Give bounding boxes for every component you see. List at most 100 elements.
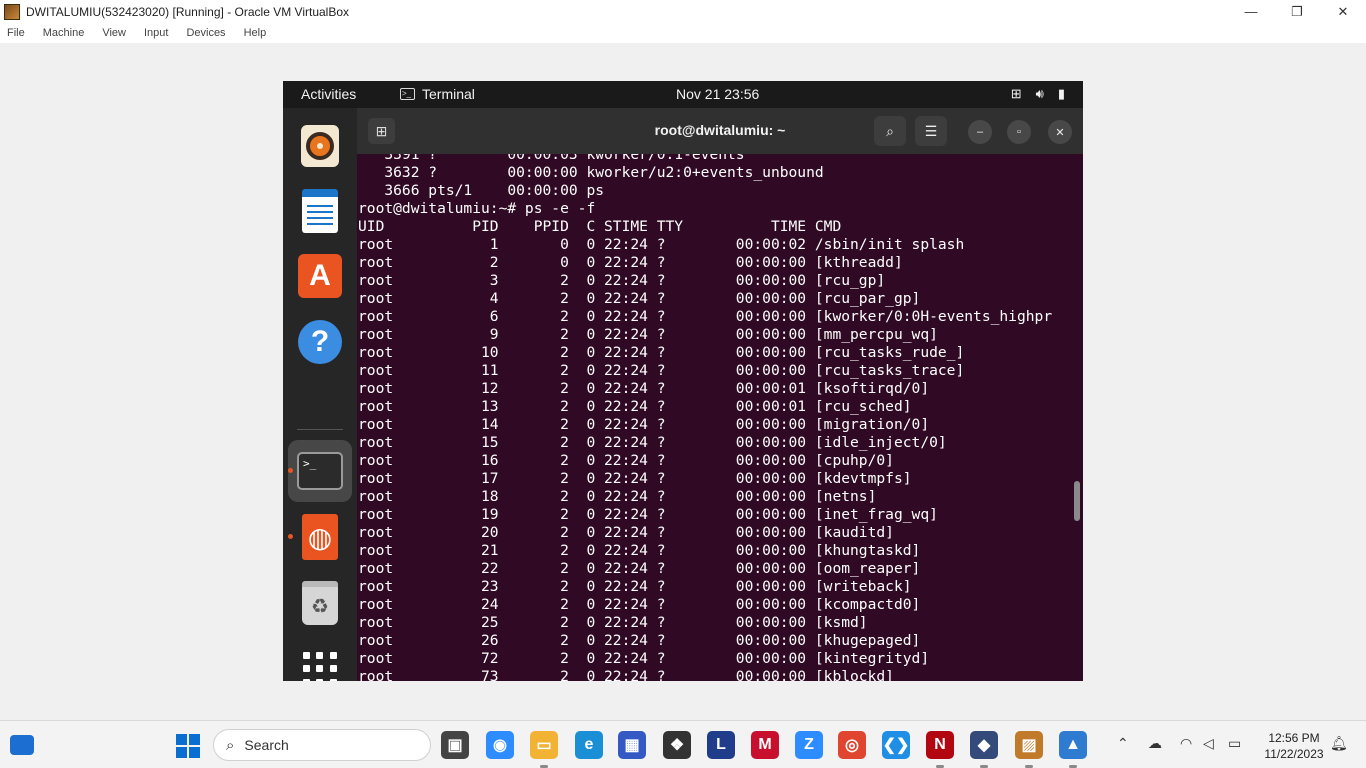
show-apps-icon bbox=[303, 652, 337, 681]
activities-button[interactable]: Activities bbox=[301, 86, 356, 102]
dock-help[interactable]: ? bbox=[296, 318, 344, 366]
vbox-titlebar: DWITALUMIU(532423020) [Running] - Oracle… bbox=[0, 0, 1366, 23]
dock-trash[interactable]: ♻ bbox=[296, 579, 344, 627]
terminal-line: root 73 2 0 22:24 ? 00:00:00 [kblockd] bbox=[358, 668, 894, 681]
virtualbox-vm-icon[interactable]: ▨ bbox=[1015, 731, 1043, 759]
menu-machine[interactable]: Machine bbox=[43, 27, 85, 39]
dock-software[interactable]: A bbox=[296, 252, 344, 300]
l-app-icon[interactable]: L bbox=[707, 731, 735, 759]
terminal-line: root 9 2 0 22:24 ? 00:00:00 [mm_percpu_w… bbox=[358, 326, 938, 343]
netflix-icon[interactable]: N bbox=[926, 731, 954, 759]
terminal-line: root 26 2 0 22:24 ? 00:00:00 [khugepaged… bbox=[358, 632, 921, 649]
speaker-icon[interactable]: ◁ bbox=[1203, 735, 1214, 752]
terminal-line: 3391 ? 00:00:03 kworker/0:1-events bbox=[358, 154, 745, 163]
dock-terminal[interactable]: >_ bbox=[296, 447, 344, 495]
date: 11/22/2023 bbox=[1264, 747, 1324, 761]
menu-file[interactable]: File bbox=[7, 27, 25, 39]
dock-writer[interactable] bbox=[296, 187, 344, 235]
menu-input[interactable]: Input bbox=[144, 27, 168, 39]
terminal-line: root 23 2 0 22:24 ? 00:00:00 [writeback] bbox=[358, 578, 912, 595]
system-tray[interactable]: ⊞ 🔊︎ ▮ bbox=[1011, 86, 1065, 102]
search-button[interactable]: ⌕ bbox=[874, 116, 906, 146]
chevron-up-icon[interactable]: ⌃ bbox=[1117, 735, 1129, 752]
app-menu-terminal[interactable]: >_ Terminal bbox=[400, 86, 475, 102]
battery-icon: ▮ bbox=[1057, 86, 1065, 101]
gnome-top-bar: Activities >_ Terminal Nov 21 23:56 ⊞ 🔊︎… bbox=[283, 81, 1083, 108]
terminal-output[interactable]: 3391 ? 00:00:03 kworker/0:1-events 3632 … bbox=[358, 154, 1072, 681]
terminal-line: root 17 2 0 22:24 ? 00:00:00 [kdevtmpfs] bbox=[358, 470, 912, 487]
volume-icon: 🔊︎ bbox=[1035, 86, 1044, 101]
terminal-line: root 18 2 0 22:24 ? 00:00:00 [netns] bbox=[358, 488, 877, 505]
search-icon: ⌕ bbox=[226, 736, 235, 754]
terminal-line: root 13 2 0 22:24 ? 00:00:01 [rcu_sched] bbox=[358, 398, 912, 415]
clock[interactable]: Nov 21 23:56 bbox=[676, 86, 759, 102]
maximize-button[interactable]: ▫ bbox=[1007, 120, 1031, 144]
zoom-icon[interactable]: Z bbox=[795, 731, 823, 759]
vbox-menubar: File Machine View Input Devices Help bbox=[0, 23, 1366, 43]
rhythmbox-icon bbox=[301, 125, 339, 167]
maximize-icon: ▫ bbox=[1017, 126, 1021, 138]
close-icon: ✕ bbox=[1055, 126, 1065, 139]
menu-button[interactable]: ☰ bbox=[915, 116, 947, 146]
chrome-icon[interactable]: ◎ bbox=[838, 731, 866, 759]
taskbar-clock[interactable]: 12:56 PM 11/22/2023 bbox=[1256, 730, 1332, 762]
terminal-line: root 22 2 0 22:24 ? 00:00:00 [oom_reaper… bbox=[358, 560, 921, 577]
task-view-icon[interactable]: ▣ bbox=[441, 731, 469, 759]
terminal-line: root 15 2 0 22:24 ? 00:00:00 [idle_injec… bbox=[358, 434, 947, 451]
taskbar-search[interactable]: ⌕ Search bbox=[213, 729, 431, 761]
terminal-line: root 72 2 0 22:24 ? 00:00:00 [kintegrity… bbox=[358, 650, 930, 667]
ubuntu-icon: ◍ bbox=[302, 514, 338, 560]
help-icon: ? bbox=[298, 320, 342, 364]
terminal-headerbar: ⊞ root@dwitalumiu: ~ ⌕ ☰ – ▫ ✕ bbox=[357, 108, 1083, 154]
restore-button[interactable]: ❐ bbox=[1274, 0, 1320, 23]
menu-devices[interactable]: Devices bbox=[186, 27, 225, 39]
terminal-line: root 6 2 0 22:24 ? 00:00:00 [kworker/0:0… bbox=[358, 308, 1053, 325]
libreoffice-writer-icon bbox=[302, 189, 338, 233]
terminal-lines: 3391 ? 00:00:03 kworker/0:1-events 3632 … bbox=[358, 154, 1052, 681]
widgets-button[interactable] bbox=[10, 735, 34, 755]
terminal-line: root 4 2 0 22:24 ? 00:00:00 [rcu_par_gp] bbox=[358, 290, 921, 307]
virtualbox-icon[interactable]: ◆ bbox=[970, 731, 998, 759]
notification-bell-icon[interactable]: 🔔︎ bbox=[1330, 735, 1348, 752]
network-icon: ⊞ bbox=[1010, 86, 1022, 101]
guest-screen[interactable]: Activities >_ Terminal Nov 21 23:56 ⊞ 🔊︎… bbox=[283, 81, 1083, 681]
edge-icon[interactable]: e bbox=[575, 731, 603, 759]
app-name: Terminal bbox=[422, 86, 475, 102]
file-explorer-icon[interactable]: ▭ bbox=[530, 731, 558, 759]
close-button[interactable]: ✕ bbox=[1048, 120, 1072, 144]
dock-show-apps[interactable] bbox=[296, 645, 344, 681]
virtualbox-icon bbox=[4, 3, 20, 20]
minimize-button[interactable]: — bbox=[1228, 0, 1274, 23]
menu-view[interactable]: View bbox=[102, 27, 126, 39]
terminal-line: root 3 2 0 22:24 ? 00:00:00 [rcu_gp] bbox=[358, 272, 886, 289]
vscode-icon[interactable]: ❮❯ bbox=[882, 731, 910, 759]
minimize-button[interactable]: – bbox=[968, 120, 992, 144]
terminal-line: root 1 0 0 22:24 ? 00:00:02 /sbin/init s… bbox=[358, 236, 965, 253]
close-button[interactable]: ✕ bbox=[1320, 0, 1366, 23]
photos-icon[interactable]: ▲ bbox=[1059, 731, 1087, 759]
terminal-line: root 20 2 0 22:24 ? 00:00:00 [kauditd] bbox=[358, 524, 894, 541]
microsoft-store-icon[interactable]: ▦ bbox=[618, 731, 646, 759]
time: 12:56 PM bbox=[1268, 731, 1320, 745]
terminal-line: UID PID PPID C STIME TTY TIME CMD bbox=[358, 218, 842, 235]
mcafee-icon[interactable]: M bbox=[751, 731, 779, 759]
battery-icon[interactable]: ▭ bbox=[1228, 735, 1241, 752]
dropbox-icon[interactable]: ❖ bbox=[663, 731, 691, 759]
terminal-line: root 14 2 0 22:24 ? 00:00:00 [migration/… bbox=[358, 416, 930, 433]
dock-ubuntu[interactable]: ◍ bbox=[296, 513, 344, 561]
wifi-icon[interactable]: ◠ bbox=[1180, 735, 1192, 752]
onedrive-icon[interactable]: ☁ bbox=[1148, 735, 1162, 752]
terminal-line: root 10 2 0 22:24 ? 00:00:00 [rcu_tasks_… bbox=[358, 344, 965, 361]
search-icon: ⌕ bbox=[886, 122, 894, 139]
terminal-scrollbar[interactable] bbox=[1074, 481, 1080, 521]
window-controls: — ❐ ✕ bbox=[1228, 0, 1366, 23]
menu-help[interactable]: Help bbox=[244, 27, 267, 39]
terminal-line: 3666 pts/1 00:00:00 ps bbox=[358, 182, 605, 199]
start-button[interactable] bbox=[176, 734, 200, 758]
zoom-meetings-icon[interactable]: ◉ bbox=[486, 731, 514, 759]
terminal-line: root 16 2 0 22:24 ? 00:00:00 [cpuhp/0] bbox=[358, 452, 894, 469]
dock-rhythmbox[interactable] bbox=[296, 122, 344, 170]
terminal-window[interactable]: ⊞ root@dwitalumiu: ~ ⌕ ☰ – ▫ ✕ 3391 ? 00… bbox=[357, 108, 1083, 681]
terminal-line: root 25 2 0 22:24 ? 00:00:00 [ksmd] bbox=[358, 614, 868, 631]
terminal-icon: >_ bbox=[297, 452, 343, 490]
